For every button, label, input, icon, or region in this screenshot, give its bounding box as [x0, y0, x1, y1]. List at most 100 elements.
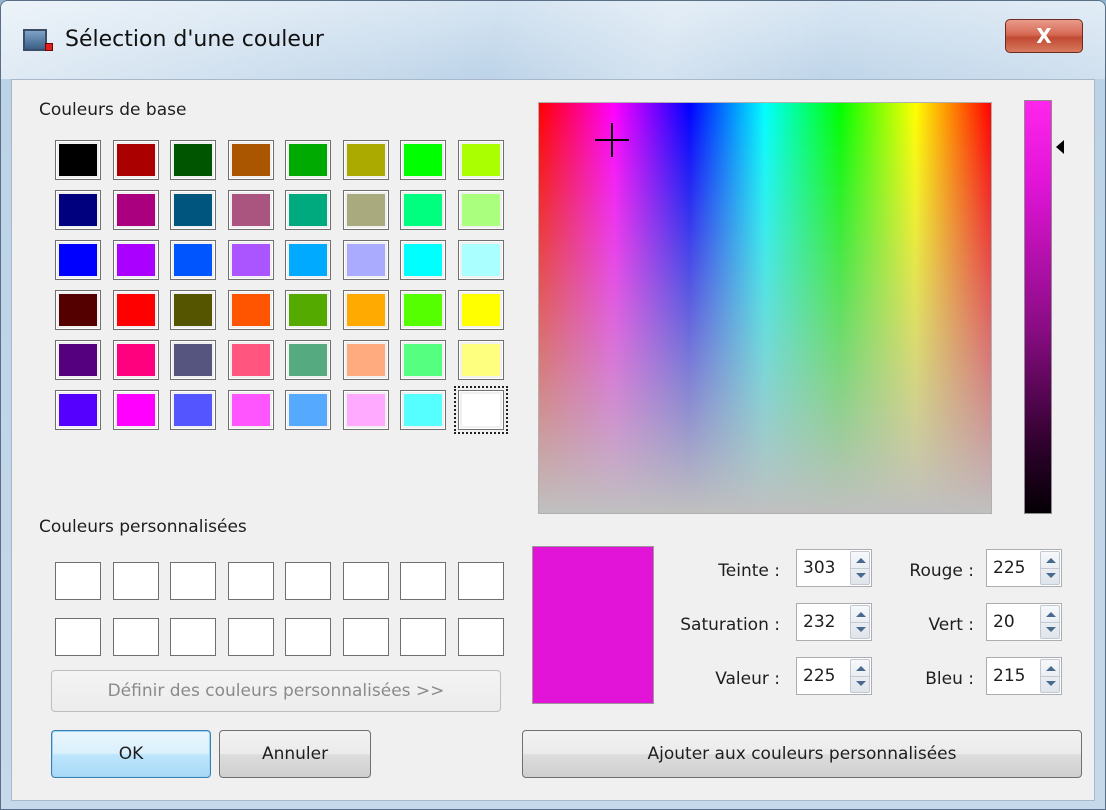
basic-color-swatch[interactable] — [55, 140, 101, 180]
custom-color-swatch[interactable] — [400, 618, 446, 656]
basic-color-swatch[interactable] — [457, 190, 504, 230]
basic-color-swatch[interactable] — [342, 240, 389, 280]
basic-color-swatch[interactable] — [342, 340, 389, 380]
close-button[interactable]: X — [1005, 19, 1083, 53]
basic-color-swatch[interactable] — [112, 340, 159, 380]
custom-color-swatch[interactable] — [112, 618, 159, 656]
basic-color-swatch[interactable] — [457, 140, 504, 180]
basic-color-swatch[interactable] — [112, 240, 159, 280]
basic-color-swatch[interactable] — [342, 390, 389, 430]
basic-color-swatch[interactable] — [285, 290, 331, 330]
spin-down-icon[interactable] — [1046, 627, 1056, 632]
crosshair-icon[interactable] — [595, 123, 629, 157]
green-value[interactable]: 20 — [993, 612, 1015, 632]
basic-color-swatch[interactable] — [55, 390, 101, 430]
basic-color-swatch[interactable] — [170, 390, 216, 430]
hue-spinbox[interactable]: 303 — [796, 549, 872, 587]
basic-color-swatch[interactable] — [55, 240, 101, 280]
basic-color-swatch[interactable] — [457, 240, 504, 280]
basic-color-swatch[interactable] — [112, 140, 159, 180]
basic-color-swatch[interactable] — [400, 190, 446, 230]
basic-color-swatch[interactable] — [55, 190, 101, 230]
hue-value[interactable]: 303 — [803, 558, 835, 578]
basic-color-swatch[interactable] — [285, 340, 331, 380]
basic-color-swatch[interactable] — [457, 290, 504, 330]
basic-color-swatch[interactable] — [170, 240, 216, 280]
arrow-left-icon[interactable] — [1056, 140, 1064, 154]
green-spinbox[interactable]: 20 — [986, 603, 1062, 641]
spin-down-icon[interactable] — [856, 681, 866, 686]
basic-color-swatch[interactable] — [342, 290, 389, 330]
basic-color-swatch[interactable] — [285, 240, 331, 280]
blue-spin-arrows[interactable] — [1040, 659, 1060, 693]
basic-color-swatch[interactable] — [227, 390, 274, 430]
basic-color-swatch[interactable] — [285, 140, 331, 180]
title-bar[interactable]: Sélection d'une couleur X — [1, 1, 1105, 79]
custom-color-swatch[interactable] — [55, 618, 101, 656]
spin-down-icon[interactable] — [856, 573, 866, 578]
custom-color-swatch[interactable] — [170, 618, 216, 656]
cancel-button[interactable]: Annuler — [219, 730, 371, 778]
saturation-value[interactable]: 232 — [803, 612, 835, 632]
custom-color-swatch[interactable] — [342, 618, 389, 656]
custom-color-swatch[interactable] — [285, 562, 331, 600]
basic-color-swatch[interactable] — [227, 190, 274, 230]
custom-color-swatch[interactable] — [342, 562, 389, 600]
basic-color-swatch[interactable] — [400, 340, 446, 380]
basic-color-swatch[interactable] — [170, 190, 216, 230]
basic-color-swatch[interactable] — [400, 140, 446, 180]
basic-color-swatch[interactable] — [285, 190, 331, 230]
basic-color-swatch[interactable] — [55, 290, 101, 330]
custom-color-swatch[interactable] — [457, 562, 504, 600]
spin-up-icon[interactable] — [856, 666, 866, 671]
custom-color-swatch[interactable] — [285, 618, 331, 656]
spin-down-icon[interactable] — [856, 627, 866, 632]
basic-color-swatch[interactable] — [400, 290, 446, 330]
custom-color-swatch[interactable] — [457, 618, 504, 656]
blue-value[interactable]: 215 — [993, 666, 1025, 686]
saturation-spin-arrows[interactable] — [850, 605, 870, 639]
custom-color-swatch[interactable] — [55, 562, 101, 600]
color-spectrum[interactable] — [538, 102, 992, 514]
red-value[interactable]: 225 — [993, 558, 1025, 578]
blue-spinbox[interactable]: 215 — [986, 657, 1062, 695]
basic-color-swatch[interactable] — [227, 140, 274, 180]
basic-color-swatch[interactable] — [227, 290, 274, 330]
value-spinbox[interactable]: 225 — [796, 657, 872, 695]
spin-up-icon[interactable] — [856, 612, 866, 617]
basic-color-swatch[interactable] — [453, 386, 508, 434]
value-slider[interactable] — [1024, 100, 1052, 514]
basic-color-swatch[interactable] — [112, 390, 159, 430]
spin-up-icon[interactable] — [1046, 666, 1056, 671]
spin-down-icon[interactable] — [1046, 681, 1056, 686]
basic-color-swatch[interactable] — [55, 340, 101, 380]
spin-up-icon[interactable] — [1046, 612, 1056, 617]
custom-color-swatch[interactable] — [227, 562, 274, 600]
spin-up-icon[interactable] — [1046, 558, 1056, 563]
basic-color-swatch[interactable] — [400, 390, 446, 430]
basic-color-swatch[interactable] — [342, 140, 389, 180]
basic-color-swatch[interactable] — [285, 390, 331, 430]
basic-color-swatch[interactable] — [170, 140, 216, 180]
basic-color-swatch[interactable] — [457, 340, 504, 380]
value-spin-arrows[interactable] — [850, 659, 870, 693]
custom-color-swatch[interactable] — [112, 562, 159, 600]
basic-color-swatch[interactable] — [112, 290, 159, 330]
custom-color-swatch[interactable] — [170, 562, 216, 600]
red-spin-arrows[interactable] — [1040, 551, 1060, 585]
basic-color-swatch[interactable] — [227, 340, 274, 380]
green-spin-arrows[interactable] — [1040, 605, 1060, 639]
spin-down-icon[interactable] — [1046, 573, 1056, 578]
saturation-spinbox[interactable]: 232 — [796, 603, 872, 641]
basic-color-swatch[interactable] — [170, 290, 216, 330]
custom-color-swatch[interactable] — [400, 562, 446, 600]
basic-color-swatch[interactable] — [342, 190, 389, 230]
spin-up-icon[interactable] — [856, 558, 866, 563]
custom-color-swatch[interactable] — [227, 618, 274, 656]
value-value[interactable]: 225 — [803, 666, 835, 686]
add-custom-colors-button[interactable]: Ajouter aux couleurs personnalisées — [522, 730, 1082, 778]
basic-color-swatch[interactable] — [400, 240, 446, 280]
red-spinbox[interactable]: 225 — [986, 549, 1062, 587]
basic-color-swatch[interactable] — [112, 190, 159, 230]
basic-color-swatch[interactable] — [170, 340, 216, 380]
